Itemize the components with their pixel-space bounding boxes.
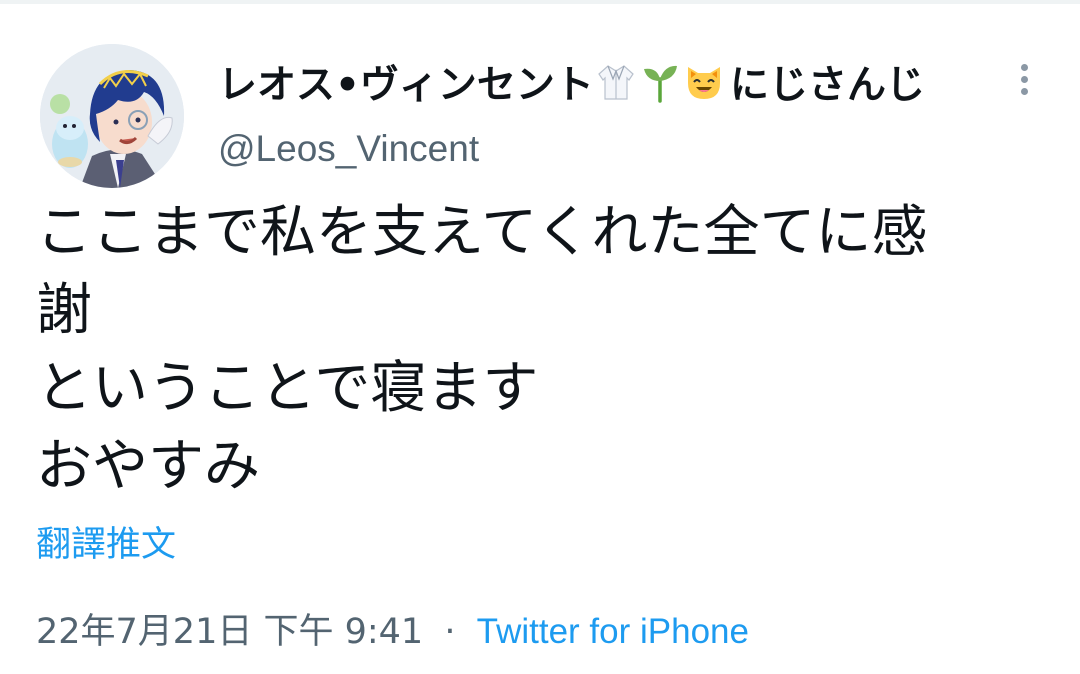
more-dot bbox=[1020, 88, 1028, 95]
tweet-detail: レオス•ヴィンセント にじさんじ @Leos_Vincent ここまで私を支えて… bbox=[0, 0, 1080, 674]
tweet-text-line: 謝 bbox=[36, 278, 92, 343]
lab-coat-icon bbox=[595, 61, 637, 103]
seedling-icon bbox=[639, 61, 681, 103]
tweet-timestamp[interactable]: 22年7月21日 下午 9:41 bbox=[36, 612, 423, 652]
tweet-metadata: 22年7月21日 下午 9:41 · Twitter for iPhone bbox=[36, 606, 749, 658]
tweet-header: レオス•ヴィンセント にじさんじ @Leos_Vincent bbox=[218, 52, 998, 172]
more-options-icon[interactable] bbox=[1006, 60, 1042, 104]
tweet-text-line: おやすみ bbox=[36, 434, 260, 499]
meta-separator: · bbox=[444, 612, 456, 652]
avatar[interactable] bbox=[40, 44, 184, 188]
tweet-source-link[interactable]: Twitter for iPhone bbox=[477, 612, 749, 651]
tweet-text: ここまで私を支えてくれた全てに感 謝 ということで寝ます おやすみ bbox=[36, 194, 1046, 506]
tweet-text-line: ということで寝ます bbox=[36, 356, 539, 421]
author-display-name[interactable]: レオス•ヴィンセント bbox=[218, 54, 594, 110]
author-handle[interactable]: @Leos_Vincent bbox=[218, 126, 998, 172]
tweet-text-line: ここまで私を支えてくれた全てに感 bbox=[36, 200, 928, 265]
smiling-cat-icon bbox=[683, 61, 725, 103]
translate-tweet-link[interactable]: 翻譯推文 bbox=[36, 522, 176, 568]
more-dot bbox=[1020, 76, 1028, 83]
author-affiliation[interactable]: にじさんじ bbox=[730, 54, 925, 110]
more-dot bbox=[1020, 64, 1028, 71]
author-name-row[interactable]: レオス•ヴィンセント にじさんじ bbox=[218, 52, 998, 112]
